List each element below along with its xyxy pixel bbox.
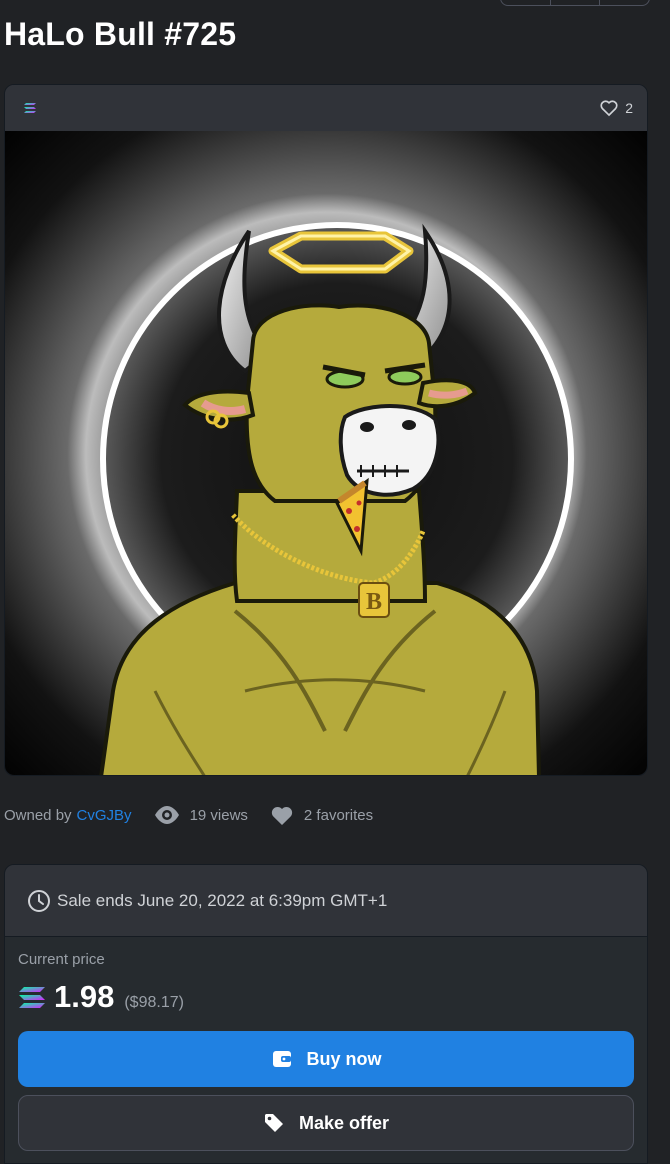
- media-card-header: 2: [5, 85, 647, 131]
- owned-by-label: Owned by: [4, 806, 72, 824]
- tag-icon: [264, 1114, 283, 1132]
- sale-ends-header: Sale ends June 20, 2022 at 6:39pm GMT+1: [5, 865, 647, 937]
- top-toolbar: [500, 0, 650, 6]
- make-offer-label: Make offer: [298, 1112, 390, 1133]
- current-price-label: Current price: [18, 951, 105, 968]
- heart-filled-icon: [271, 806, 293, 825]
- favorite-count: 2: [625, 100, 633, 116]
- price-amount: 1.98: [54, 979, 115, 1014]
- svg-text:B: B: [366, 589, 382, 615]
- toolbar-button[interactable]: [600, 0, 649, 5]
- solana-icon: [24, 103, 36, 113]
- toolbar-button[interactable]: [501, 0, 551, 5]
- item-title: HaLo Bull #725: [4, 16, 237, 52]
- solana-icon: [19, 987, 45, 1008]
- views-count: 19 views: [154, 805, 248, 825]
- favorite-button[interactable]: 2: [599, 98, 633, 118]
- item-media-card: 2 B: [4, 84, 648, 776]
- nft-item-page: HaLo Bull #725 2 B Owned by CvGJBy 19 vi…: [0, 0, 670, 1164]
- favorites-text: 2 favorites: [303, 806, 374, 824]
- favorites-count: 2 favorites: [270, 804, 373, 826]
- item-meta-row: Owned by CvGJBy 19 views 2 favorites: [4, 804, 373, 826]
- heart-outline-icon: [600, 100, 618, 117]
- price-row: 1.98 ($98.17): [18, 979, 184, 1015]
- owner-link[interactable]: CvGJBy: [77, 807, 132, 824]
- make-offer-button[interactable]: Make offer: [18, 1095, 634, 1151]
- buy-now-label: Buy now: [306, 1048, 382, 1069]
- buy-now-button[interactable]: Buy now: [18, 1031, 634, 1087]
- sale-ends-text: Sale ends June 20, 2022 at 6:39pm GMT+1: [57, 890, 388, 910]
- wallet-icon: [272, 1051, 291, 1067]
- views-text: 19 views: [189, 806, 248, 824]
- toolbar-button[interactable]: [551, 0, 601, 5]
- clock-icon: [28, 889, 50, 912]
- sale-panel: Sale ends June 20, 2022 at 6:39pm GMT+1 …: [4, 864, 648, 1164]
- price-usd: ($98.17): [124, 994, 184, 1011]
- nft-artwork-image[interactable]: B: [5, 131, 648, 776]
- eye-icon: [154, 806, 179, 824]
